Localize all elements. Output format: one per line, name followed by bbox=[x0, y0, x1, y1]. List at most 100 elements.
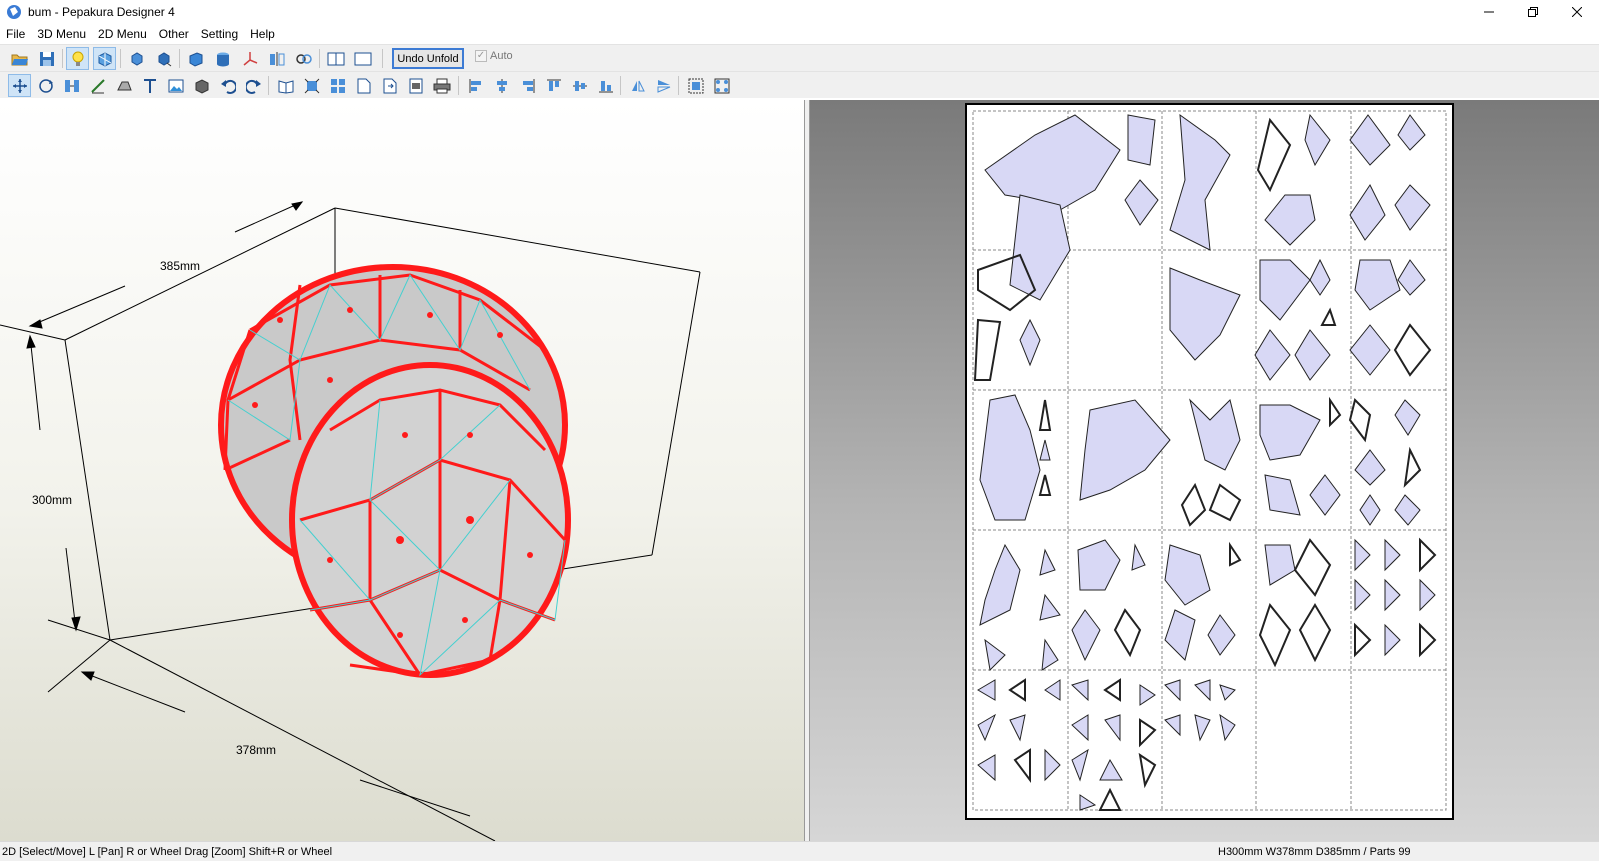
mirror-button[interactable] bbox=[265, 47, 288, 70]
image-tool[interactable] bbox=[164, 74, 187, 97]
page-icon bbox=[357, 78, 370, 93]
rotate-tool[interactable] bbox=[34, 74, 57, 97]
snap-icon bbox=[714, 78, 729, 93]
menu-2d[interactable]: 2D Menu bbox=[92, 27, 153, 41]
light-bulb-icon bbox=[72, 51, 83, 66]
open-icon bbox=[11, 54, 28, 65]
restore-icon bbox=[1528, 7, 1538, 17]
model-3d-canvas[interactable]: 385mm 300mm 378mm bbox=[0, 100, 804, 841]
model-mesh[interactable] bbox=[218, 264, 571, 678]
undo-button[interactable] bbox=[216, 74, 239, 97]
text-tool[interactable] bbox=[138, 74, 161, 97]
arrange-icon bbox=[330, 78, 345, 93]
minimize-icon bbox=[1484, 11, 1494, 13]
texture-toggle-button[interactable] bbox=[93, 47, 116, 70]
cube-button[interactable] bbox=[184, 47, 207, 70]
redo-icon bbox=[245, 79, 261, 94]
fold-line-tool[interactable] bbox=[86, 74, 109, 97]
close-icon bbox=[1572, 7, 1582, 17]
redo-button[interactable] bbox=[242, 74, 265, 97]
layout-single-button[interactable] bbox=[351, 47, 374, 70]
cylinder-button[interactable] bbox=[211, 47, 234, 70]
page-print-button[interactable] bbox=[404, 74, 427, 97]
undo-unfold-button[interactable]: Undo Unfold bbox=[392, 48, 464, 69]
view-2d[interactable] bbox=[810, 100, 1599, 841]
close-button[interactable] bbox=[1555, 0, 1599, 24]
texture-icon bbox=[98, 51, 111, 67]
auto-label: Auto bbox=[490, 50, 513, 62]
fold-3d-tool[interactable] bbox=[190, 74, 213, 97]
select-move-icon bbox=[12, 78, 27, 93]
image-icon bbox=[168, 79, 183, 92]
menu-help[interactable]: Help bbox=[244, 27, 281, 41]
rotate-left-button[interactable] bbox=[125, 47, 148, 70]
print-icon bbox=[433, 78, 450, 93]
page-button[interactable] bbox=[352, 74, 375, 97]
main-toolbar: Undo Unfold ✓ Auto bbox=[0, 44, 1599, 71]
pattern-2d-canvas[interactable] bbox=[810, 100, 1599, 841]
rotate-left-icon bbox=[131, 51, 142, 66]
flip-h-icon bbox=[631, 80, 645, 91]
restore-button[interactable] bbox=[1511, 0, 1555, 24]
title-bar: bum - Pepakura Designer 4 bbox=[0, 0, 1599, 24]
snap-button[interactable] bbox=[710, 74, 733, 97]
page-next-button[interactable] bbox=[378, 74, 401, 97]
print-button[interactable] bbox=[430, 74, 453, 97]
page-print-icon bbox=[409, 78, 422, 93]
status-model-info: H300mm W378mm D385mm / Parts 99 bbox=[1218, 846, 1411, 858]
link-button[interactable] bbox=[292, 47, 315, 70]
menu-setting[interactable]: Setting bbox=[195, 27, 244, 41]
align-left-button[interactable] bbox=[464, 74, 487, 97]
light-toggle-button[interactable] bbox=[66, 47, 89, 70]
link-icon bbox=[295, 53, 312, 64]
menu-file[interactable]: File bbox=[0, 27, 31, 41]
dimension-height-label: 300mm bbox=[32, 493, 72, 507]
axis-button[interactable] bbox=[238, 47, 261, 70]
flip-horizontal-button[interactable] bbox=[626, 74, 649, 97]
minimize-button[interactable] bbox=[1467, 0, 1511, 24]
open-button[interactable] bbox=[8, 47, 31, 70]
auto-checkbox[interactable]: ✓ Auto bbox=[475, 50, 513, 62]
tools-toolbar bbox=[0, 71, 1599, 98]
join-edge-tool[interactable] bbox=[60, 74, 83, 97]
group-icon bbox=[688, 78, 703, 93]
layout-split-button[interactable] bbox=[324, 47, 347, 70]
menu-3d[interactable]: 3D Menu bbox=[31, 27, 92, 41]
align-middle-button[interactable] bbox=[568, 74, 591, 97]
align-top-icon bbox=[546, 79, 561, 91]
dimension-depth-label: 385mm bbox=[160, 259, 200, 273]
status-hint: 2D [Select/Move] L [Pan] R or Wheel Drag… bbox=[2, 846, 333, 858]
axis-icon bbox=[243, 51, 257, 66]
align-center-icon bbox=[496, 78, 507, 93]
fold-line-icon bbox=[90, 78, 105, 93]
cylinder-icon bbox=[216, 52, 229, 66]
fit-icon bbox=[304, 78, 319, 93]
align-left-icon bbox=[469, 78, 481, 93]
align-right-button[interactable] bbox=[516, 74, 539, 97]
dimension-width-label: 378mm bbox=[236, 743, 276, 757]
fit-button[interactable] bbox=[300, 74, 323, 97]
menu-bar: File 3D Menu 2D Menu Other Setting Help bbox=[0, 24, 1599, 44]
align-middle-icon bbox=[572, 80, 587, 91]
flip-v-icon bbox=[657, 79, 670, 93]
align-right-icon bbox=[522, 78, 534, 93]
view-3d[interactable]: 385mm 300mm 378mm bbox=[0, 100, 804, 841]
flap-tool[interactable] bbox=[112, 74, 135, 97]
rotate-tool-icon bbox=[38, 78, 53, 93]
align-bottom-icon bbox=[598, 80, 613, 92]
align-top-button[interactable] bbox=[542, 74, 565, 97]
layout-split-icon bbox=[327, 52, 344, 65]
align-bottom-button[interactable] bbox=[594, 74, 617, 97]
align-center-button[interactable] bbox=[490, 74, 513, 97]
menu-other[interactable]: Other bbox=[153, 27, 195, 41]
layout-single-icon bbox=[354, 52, 371, 65]
book-button[interactable] bbox=[274, 74, 297, 97]
cube-icon bbox=[189, 51, 202, 67]
flip-vertical-button[interactable] bbox=[652, 74, 675, 97]
text-icon bbox=[143, 78, 156, 93]
arrange-button[interactable] bbox=[326, 74, 349, 97]
select-move-tool[interactable] bbox=[8, 74, 31, 97]
save-button[interactable] bbox=[35, 47, 58, 70]
rotate-right-button[interactable] bbox=[152, 47, 175, 70]
group-button[interactable] bbox=[684, 74, 707, 97]
